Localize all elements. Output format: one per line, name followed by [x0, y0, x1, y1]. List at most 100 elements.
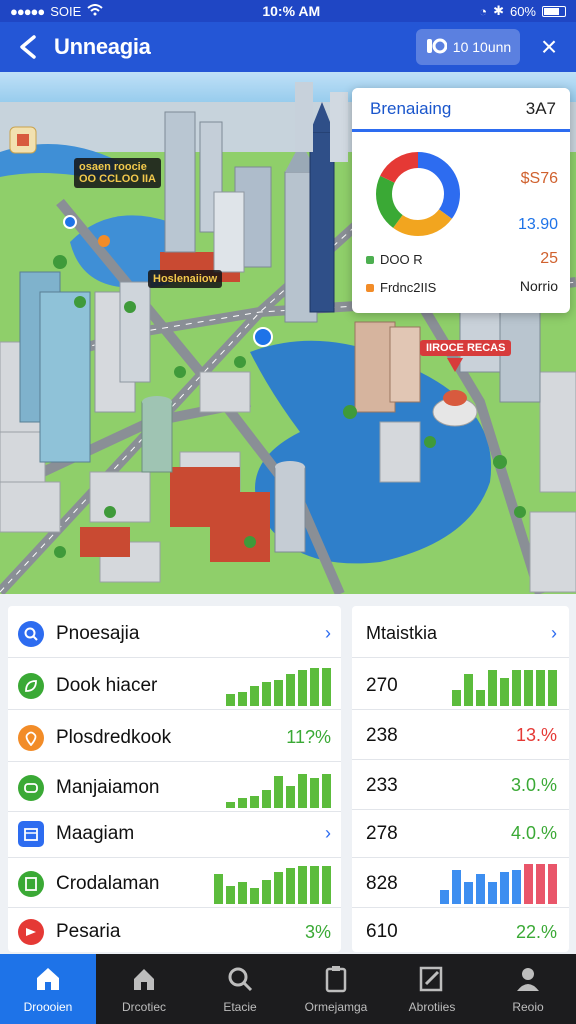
stats-card-title: Brenaiaing — [370, 98, 452, 118]
stats-row-percent: 4.0.% — [510, 823, 557, 843]
mini-bar — [452, 869, 461, 904]
mini-bar — [262, 789, 271, 808]
map-label-district[interactable]: osaen roocie OO CCLOO IIA — [74, 158, 161, 188]
mini-bar — [464, 673, 473, 706]
battery-icon — [542, 5, 566, 17]
list-item-label: Plosdredkook — [56, 726, 172, 748]
mini-bar-chart — [452, 666, 557, 706]
bluetooth-icon: ✱ — [493, 3, 504, 18]
mini-bar — [310, 777, 319, 808]
edit-icon — [419, 966, 443, 992]
list-item-label: Maagiam — [56, 822, 135, 844]
tab-label: Droooien — [23, 1000, 73, 1014]
stats-row[interactable]: 238 13.% — [352, 712, 569, 760]
list-item[interactable]: Crodalaman — [8, 860, 341, 908]
tab-search[interactable]: Etacie — [192, 954, 288, 1024]
calendar-icon — [18, 820, 44, 847]
mini-bar — [286, 673, 295, 706]
mini-bar — [322, 667, 331, 706]
mini-bar — [298, 865, 307, 904]
stats-row[interactable]: 233 3.0.% — [352, 762, 569, 810]
tab-places[interactable]: Drcotiec — [96, 954, 192, 1024]
list-item[interactable]: Plosdredkook 11?% — [8, 714, 341, 762]
app-header: Unneagia 10 10unn × — [0, 22, 576, 72]
mini-bar — [548, 669, 557, 706]
mini-bar — [524, 669, 533, 706]
bottom-tab-bar: Droooien Drcotiec Etacie Ormejamga Abrot… — [0, 954, 576, 1024]
mini-bar-chart — [440, 863, 557, 904]
mini-bar — [214, 873, 223, 904]
mini-bar — [238, 797, 247, 808]
list-item-percent: 11?% — [286, 727, 331, 747]
tab-home[interactable]: Droooien — [0, 954, 96, 1024]
stats-row-percent: 13.% — [515, 725, 557, 745]
mini-bar-chart — [226, 666, 331, 706]
mini-bar — [226, 801, 235, 808]
map-label-hotel[interactable]: Hoslenaiiow — [148, 270, 223, 288]
stats-card-title-value: 3A7 — [525, 98, 556, 118]
stats-popup-card[interactable]: Brenaiaing 3A7 $S76 13.90 25 DOO R Frdnc… — [352, 88, 570, 313]
mini-bar — [488, 881, 497, 904]
stats-row-percent: 22.% — [515, 921, 557, 942]
legend-swatch — [366, 283, 374, 292]
back-button[interactable] — [12, 30, 46, 64]
mini-bar — [322, 865, 331, 904]
stats-list-title: Mtaistkia — [366, 623, 438, 643]
mini-bar — [500, 677, 509, 706]
list-item[interactable]: Maagiam › — [8, 810, 341, 858]
battery-percent: 60% — [509, 3, 536, 19]
tab-organize[interactable]: Ormejamga — [288, 954, 384, 1024]
list-item[interactable]: Pnoesajia › — [8, 610, 341, 658]
list-item[interactable]: Manjaiamon — [8, 764, 341, 812]
clock: 10:% AM — [262, 3, 321, 19]
stats-list-header[interactable]: Mtaistkia › — [352, 610, 569, 658]
mini-bar — [322, 773, 331, 808]
map-label-landmark[interactable]: IIROCE RECAS — [420, 340, 512, 356]
chat-icon — [18, 774, 44, 801]
page-title: Unneagia — [54, 34, 151, 59]
alarm-icon: ◔ — [479, 3, 488, 19]
stats-row[interactable]: 278 4.0.% — [352, 810, 569, 858]
mini-bar — [238, 691, 247, 706]
stats-row-percent: 3.0.% — [510, 775, 557, 795]
mini-bar — [310, 667, 319, 706]
list-item[interactable]: Pesaria 3% — [8, 908, 341, 956]
close-button[interactable]: × — [534, 31, 564, 62]
stats-row[interactable]: 270 — [352, 662, 569, 710]
mini-bar — [298, 773, 307, 808]
mini-bar — [226, 885, 235, 904]
list-item-label: Dook hiacer — [56, 674, 158, 696]
mini-bar — [476, 689, 485, 706]
legend-item-2-label: Frdnc2IIS — [380, 280, 437, 295]
stats-card-header: Brenaiaing 3A7 — [352, 88, 570, 132]
stats-card-value-2: 13.90 — [517, 216, 558, 233]
stats-row[interactable]: 828 — [352, 860, 569, 908]
clipboard-icon — [325, 966, 347, 993]
toggle-label: 10 10unn — [452, 39, 512, 55]
house-icon — [134, 969, 154, 990]
doc-icon — [18, 870, 44, 897]
mini-bar — [536, 669, 545, 706]
mini-bar — [262, 879, 271, 904]
mini-bar-chart — [214, 864, 331, 904]
tab-activities[interactable]: Abrotiies — [384, 954, 480, 1024]
mini-bar — [286, 867, 295, 904]
list-item[interactable]: Dook hiacer — [8, 662, 341, 710]
list-item-label: Crodalaman — [56, 872, 160, 894]
tab-profile[interactable]: Reoio — [480, 954, 576, 1024]
leaf-icon — [18, 672, 44, 699]
mini-bar — [440, 889, 449, 904]
mini-bar — [548, 863, 557, 904]
mini-bar — [310, 865, 319, 904]
tab-label: Drcotiec — [121, 1000, 166, 1014]
home-icon — [37, 968, 59, 990]
mini-bar — [250, 795, 259, 808]
mini-bar — [250, 887, 259, 904]
stats-row-value: 278 — [366, 822, 398, 844]
tab-label: Abrotiies — [408, 1000, 456, 1014]
view-toggle-button[interactable]: 10 10unn — [416, 29, 520, 65]
flag-icon — [18, 919, 44, 945]
mini-bar — [536, 863, 545, 904]
mini-bar — [524, 863, 533, 904]
stats-row[interactable]: 610 22.% — [352, 908, 569, 956]
